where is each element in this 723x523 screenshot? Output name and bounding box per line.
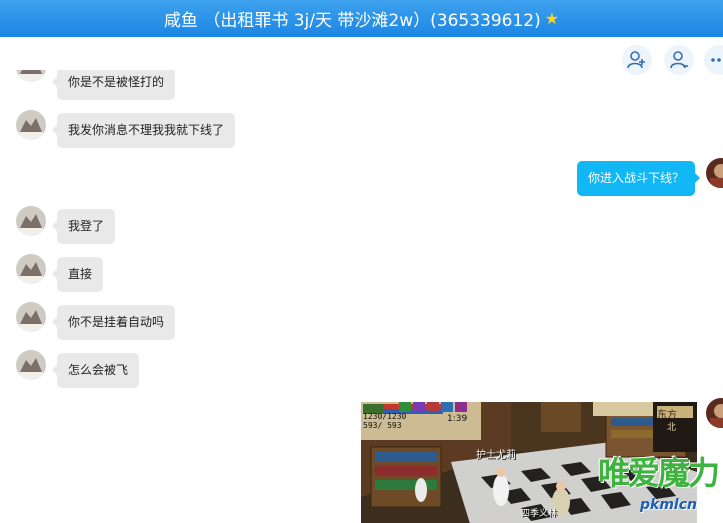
user-plus-icon: [627, 51, 645, 69]
npc-name-label: 护士尤莉: [476, 450, 516, 461]
region-label: 东方: [657, 410, 677, 421]
message-bubble[interactable]: 你不是挂着自动吗: [51, 305, 176, 340]
my-avatar[interactable]: [706, 158, 723, 188]
more-icon: [711, 58, 721, 62]
game-time: 1:39: [447, 414, 468, 424]
message-bubble[interactable]: 怎么会被飞: [51, 353, 140, 388]
avatar-image: [706, 398, 723, 428]
watermark-url: pkmlcn: [640, 497, 697, 513]
window-title-bar: 咸鱼 （出租罪书 3j/天 带沙滩2w）(365339612) ★: [0, 0, 723, 37]
avatar-image: [16, 254, 46, 284]
avatar[interactable]: [16, 350, 46, 380]
message-bubble-outgoing[interactable]: 你进入战斗下线？: [577, 161, 701, 196]
avatar[interactable]: [16, 110, 46, 140]
mp-readout: 593/ 593: [363, 421, 402, 430]
message-bubble[interactable]: 我登了: [51, 209, 116, 244]
watermark-logo: 唯爱魔力: [598, 454, 720, 492]
avatar-image: [16, 70, 46, 82]
player-name-label: 四季义林: [521, 509, 558, 519]
avatar[interactable]: [16, 70, 46, 82]
avatar[interactable]: [16, 206, 46, 236]
avatar-image: [16, 206, 46, 236]
message-bubble[interactable]: 我发你消息不理我我就下线了: [51, 113, 236, 148]
avatar-image: [16, 350, 46, 380]
my-avatar[interactable]: [706, 398, 723, 428]
avatar-image: [16, 302, 46, 332]
hp-readout: 1230/1230: [363, 412, 407, 421]
message-bubble[interactable]: 直接: [51, 257, 104, 292]
avatar-image: [706, 158, 723, 188]
star-icon: ★: [544, 9, 560, 28]
window-title: 咸鱼 （出租罪书 3j/天 带沙滩2w）(365339612): [163, 11, 541, 31]
users-icon: [670, 51, 688, 69]
avatar[interactable]: [16, 302, 46, 332]
avatar[interactable]: [16, 254, 46, 284]
avatar-image: [16, 110, 46, 140]
message-bubble[interactable]: 你是不是被怪打的: [51, 70, 176, 100]
compass-direction: 北: [667, 423, 677, 433]
